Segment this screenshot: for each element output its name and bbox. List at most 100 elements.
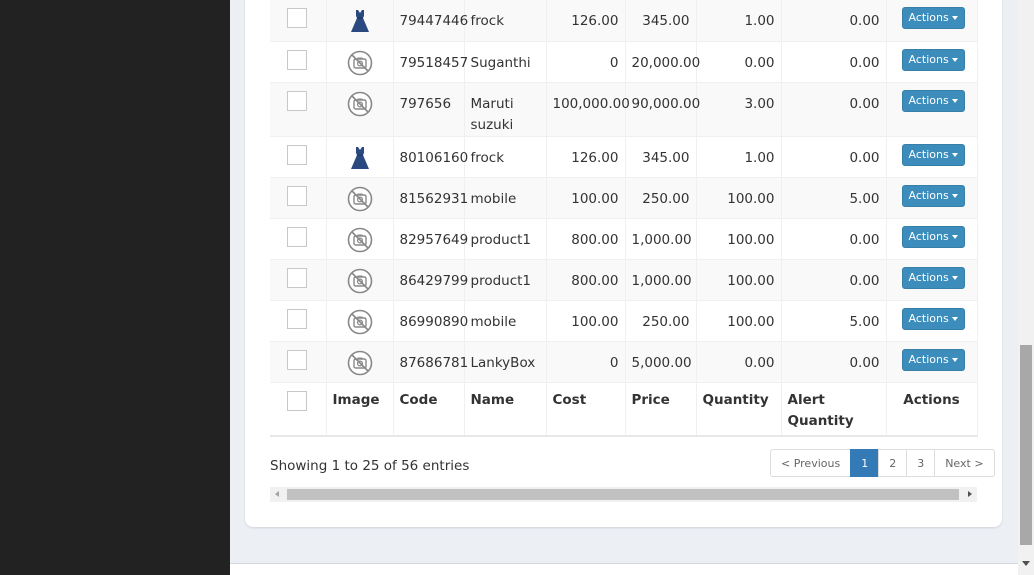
column-header-actions[interactable]: Actions xyxy=(886,382,978,436)
product-code: 82957649 xyxy=(399,231,469,248)
quantity-cell: 0.00 xyxy=(696,341,782,382)
actions-cell: Actions xyxy=(886,300,978,341)
row-checkbox[interactable] xyxy=(287,49,307,70)
product-name: product1 xyxy=(470,231,532,248)
table-row: 82957649 product1 800.00 1,000.00 100.00 0.00… xyxy=(270,218,978,259)
actions-cell: Actions xyxy=(886,259,978,300)
row-checkbox[interactable] xyxy=(287,90,307,111)
row-checkbox[interactable] xyxy=(287,185,307,206)
column-header-quantity[interactable]: Quantity xyxy=(696,382,782,436)
name-cell: frock xyxy=(464,136,547,177)
column-label-name: Name xyxy=(470,391,515,408)
no-image-icon[interactable] xyxy=(327,83,393,117)
code-cell: 79447446 xyxy=(393,0,469,41)
cost-cell: 100,000.00 xyxy=(546,82,630,136)
scroll-left-icon[interactable] xyxy=(275,491,279,497)
select-cell xyxy=(270,341,327,382)
code-cell: 80106160 xyxy=(393,136,468,177)
name-cell: product1 xyxy=(464,259,547,300)
product-name: Suganthi xyxy=(470,54,531,71)
table-row: 80106160 frock 126.00 345.00 1.00 0.00 Actions xyxy=(270,136,978,177)
select-cell xyxy=(270,82,327,136)
actions-dropdown-button[interactable]: Actions xyxy=(901,48,965,71)
column-header-image[interactable]: Image xyxy=(326,382,394,436)
previous-page-button[interactable]: < Previous xyxy=(770,449,852,477)
column-header-cost[interactable]: Cost xyxy=(546,382,626,436)
code-cell: 82957649 xyxy=(393,218,469,259)
image-cell xyxy=(326,0,394,41)
product-alert-quantity: 0.00 xyxy=(849,149,880,166)
actions-dropdown-button[interactable]: Actions xyxy=(901,266,965,289)
caret-down-icon xyxy=(951,357,958,362)
column-label-image: Image xyxy=(332,391,380,408)
next-page-button[interactable]: Next > xyxy=(934,449,995,477)
actions-dropdown-button[interactable]: Actions xyxy=(901,184,965,207)
dress-icon[interactable] xyxy=(327,137,393,171)
actions-dropdown-button[interactable]: Actions xyxy=(901,7,965,29)
product-alert-quantity: 0.00 xyxy=(849,354,880,371)
row-checkbox[interactable] xyxy=(287,349,307,370)
row-checkbox[interactable] xyxy=(287,308,307,329)
image-cell xyxy=(326,136,394,177)
product-price: 250.00 xyxy=(642,313,690,330)
actions-dropdown-button[interactable]: Actions xyxy=(901,89,965,112)
price-cell: 1,000.00 xyxy=(625,259,697,300)
column-header-code[interactable]: Code xyxy=(393,382,465,436)
row-checkbox[interactable] xyxy=(287,267,307,288)
actions-dropdown-button[interactable]: Actions xyxy=(901,143,965,166)
vertical-scrollbar[interactable] xyxy=(1018,0,1034,575)
row-checkbox[interactable] xyxy=(287,8,307,28)
image-cell xyxy=(326,82,394,136)
code-cell: 797656 xyxy=(393,82,465,136)
select-all-checkbox[interactable] xyxy=(287,390,307,411)
image-cell xyxy=(326,341,394,382)
product-code: 79518457 xyxy=(399,54,469,71)
product-quantity: 0.00 xyxy=(744,354,775,371)
product-alert-quantity: 0.00 xyxy=(849,272,880,289)
actions-label: Actions xyxy=(908,11,949,24)
product-alert-quantity: 5.00 xyxy=(849,190,880,207)
horizontal-scrollbar[interactable] xyxy=(270,487,977,502)
product-code: 87686781 xyxy=(399,354,469,371)
page-2-button[interactable]: 2 xyxy=(878,449,908,477)
price-cell: 250.00 xyxy=(625,300,697,341)
no-image-icon[interactable] xyxy=(327,342,393,376)
page-3-button[interactable]: 3 xyxy=(906,449,936,477)
product-quantity: 100.00 xyxy=(727,313,775,330)
table-row: 86429799 product1 800.00 1,000.00 100.00 0.00… xyxy=(270,259,978,300)
scroll-right-icon[interactable] xyxy=(968,491,972,497)
no-image-icon[interactable] xyxy=(327,260,393,294)
column-header-price[interactable]: Price xyxy=(625,382,697,436)
no-image-icon[interactable] xyxy=(327,42,393,76)
alert-cell: 0.00 xyxy=(781,0,887,41)
no-image-icon[interactable] xyxy=(327,301,393,335)
no-image-icon[interactable] xyxy=(327,219,393,253)
vertical-scroll-thumb[interactable] xyxy=(1020,345,1032,545)
select-cell xyxy=(270,177,327,218)
table-header-row: Image Code Name Cost Price Quantity Alert Quan… xyxy=(270,382,978,436)
row-checkbox[interactable] xyxy=(287,226,307,247)
product-code: 79447446 xyxy=(399,13,469,29)
no-image-icon[interactable] xyxy=(327,178,393,212)
column-header-alert-quantity[interactable]: Alert Quantity xyxy=(781,382,887,436)
actions-dropdown-button[interactable]: Actions xyxy=(901,225,965,248)
product-code: 81562931 xyxy=(399,190,469,207)
dress-icon[interactable] xyxy=(327,0,393,34)
actions-label: Actions xyxy=(908,188,949,202)
actions-dropdown-button[interactable]: Actions xyxy=(901,348,965,371)
actions-dropdown-button[interactable]: Actions xyxy=(901,307,965,330)
horizontal-scroll-thumb[interactable] xyxy=(287,489,959,500)
page-1-button[interactable]: 1 xyxy=(850,449,880,477)
alert-cell: 5.00 xyxy=(781,177,887,218)
price-cell: 250.00 xyxy=(625,177,697,218)
pagination: < Previous 1 2 3 Next > xyxy=(770,449,995,477)
quantity-cell: 1.00 xyxy=(696,136,782,177)
column-header-name[interactable]: Name xyxy=(464,382,547,436)
row-checkbox[interactable] xyxy=(287,144,307,165)
code-cell: 86990890 xyxy=(393,300,468,341)
product-quantity: 3.00 xyxy=(744,95,775,112)
scroll-down-icon[interactable] xyxy=(1022,561,1030,566)
actions-cell: Actions xyxy=(886,136,978,177)
actions-cell: Actions xyxy=(886,341,978,382)
column-label-cost: Cost xyxy=(552,391,587,408)
